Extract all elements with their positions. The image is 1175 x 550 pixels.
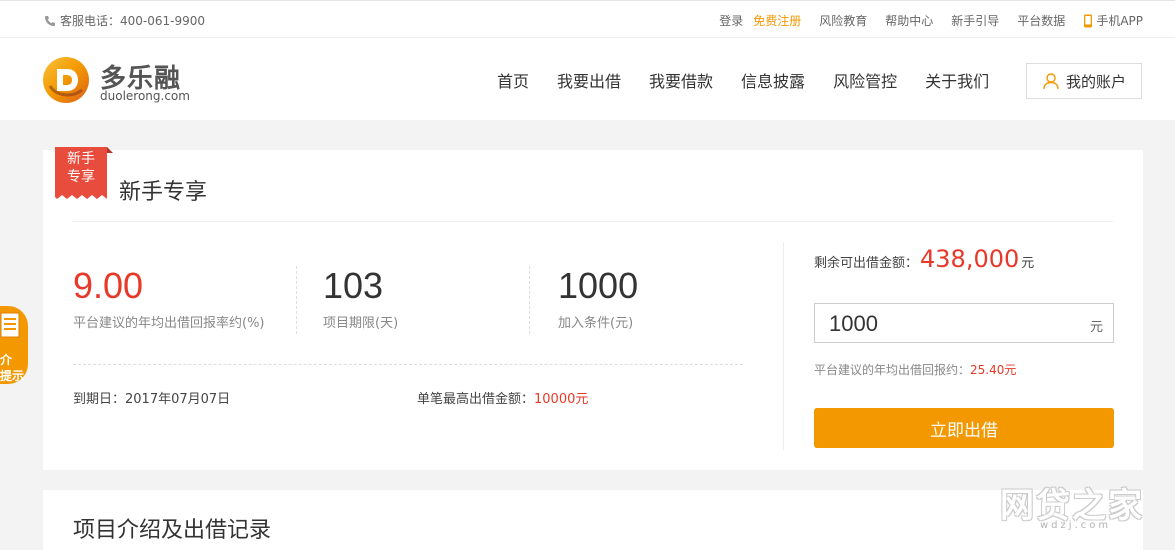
register-link[interactable]: 免费注册 xyxy=(753,12,801,29)
customer-service-phone: 客服电话：400-061-9900 xyxy=(44,12,205,29)
logo-domain: duolerong.com xyxy=(100,89,190,103)
mobile-app-link[interactable]: 手机APP xyxy=(1083,12,1143,29)
nav-item-invest[interactable]: 我要出借 xyxy=(557,68,621,92)
phone-icon xyxy=(45,15,55,26)
rate-value: 9.00 xyxy=(73,265,144,306)
project-intro-title[interactable]: 项目介绍及出借记录 xyxy=(73,512,271,544)
term-value: 103 xyxy=(323,265,384,306)
phone-text: 客服电话：400-061-9900 xyxy=(60,14,206,28)
project-intro-card: 项目介绍及出借记录 xyxy=(43,490,1143,550)
term-label: 项目期限(天) xyxy=(323,316,399,331)
watermark: 网贷之家 wdzj.com xyxy=(1000,478,1160,538)
max-investment: 单笔最高出借金额：10000元 xyxy=(417,388,588,407)
nav-item-borrow[interactable]: 我要借款 xyxy=(649,68,713,92)
nav-item-home[interactable]: 首页 xyxy=(497,68,529,92)
max-investment-label: 单笔最高出借金额： xyxy=(417,392,535,407)
invest-amount-field[interactable]: 元 xyxy=(814,303,1114,343)
minimum-label: 加入条件(元) xyxy=(558,316,634,331)
max-investment-value: 10000元 xyxy=(534,392,589,407)
beginner-guide-link[interactable]: 新手引导 xyxy=(951,12,999,29)
stat-divider xyxy=(296,266,297,334)
my-account-label: 我的账户 xyxy=(1065,72,1126,91)
main-nav: 首页 我要出借 我要借款 信息披露 风险管控 关于我们 xyxy=(497,68,1017,92)
newbie-ribbon-badge: 新手 专享 xyxy=(55,147,113,199)
title-divider xyxy=(73,221,1113,222)
product-card: 新手 专享 新手专享 9.00 平台建议的年均出借回报率约(%) 103 项目期… xyxy=(43,147,1143,470)
expected-return: 平台建议的年均出借回报约：25.40元 xyxy=(814,361,1016,378)
ribbon-zigzag xyxy=(55,193,107,199)
amount-unit: 元 xyxy=(1089,320,1103,335)
site-logo[interactable]: 多乐融 duolerong.com xyxy=(42,56,202,106)
rate-stat: 9.00 平台建议的年均出借回报率约(%) xyxy=(73,265,265,332)
nav-item-about[interactable]: 关于我们 xyxy=(925,68,989,92)
rate-label: 平台建议的年均出借回报率约(%) xyxy=(73,316,265,331)
top-links: 登录 免费注册 风险教育 帮助中心 新手引导 平台数据 手机APP xyxy=(719,12,1143,29)
main-header: 多乐融 duolerong.com 首页 我要出借 我要借款 信息披露 风险管控… xyxy=(0,38,1175,120)
floating-widget-line-1: 介 xyxy=(0,353,13,367)
floating-risk-widget[interactable]: 介 提示 xyxy=(0,306,28,384)
due-date-label: 到期日： xyxy=(73,392,126,407)
nav-item-risk-control[interactable]: 风险管控 xyxy=(833,68,897,92)
details-divider xyxy=(73,364,743,365)
user-icon xyxy=(1043,73,1059,90)
mobile-app-label: 手机APP xyxy=(1096,14,1143,28)
minimum-stat: 1000 加入条件(元) xyxy=(558,265,639,332)
remaining-value: 438,000 xyxy=(920,245,1020,273)
login-link[interactable]: 登录 xyxy=(719,12,743,29)
invest-now-button[interactable]: 立即出借 xyxy=(814,408,1114,448)
expected-return-label: 平台建议的年均出借回报约： xyxy=(814,363,971,377)
due-date: 到期日：2017年07月07日 xyxy=(73,388,230,407)
due-date-value: 2017年07月07日 xyxy=(125,392,231,407)
nav-item-disclosure[interactable]: 信息披露 xyxy=(741,68,805,92)
stat-divider xyxy=(529,266,530,334)
platform-data-link[interactable]: 平台数据 xyxy=(1017,12,1065,29)
remaining-unit: 元 xyxy=(1021,256,1035,271)
risk-education-link[interactable]: 风险教育 xyxy=(819,12,867,29)
invest-amount-input[interactable] xyxy=(827,308,1081,340)
document-icon xyxy=(0,312,20,338)
column-divider xyxy=(783,242,784,450)
help-center-link[interactable]: 帮助中心 xyxy=(885,12,933,29)
remaining-amount: 剩余可出借金额： 438,000 元 xyxy=(814,245,1034,273)
watermark-domain: wdzj.com xyxy=(1040,520,1112,531)
expected-return-value: 25.40元 xyxy=(970,363,1017,377)
logo-mark-icon xyxy=(43,57,89,103)
floating-widget-line-2: 提示 xyxy=(0,369,25,383)
mobile-phone-icon xyxy=(1084,14,1093,27)
top-utility-bar: 客服电话：400-061-9900 登录 免费注册 风险教育 帮助中心 新手引导… xyxy=(0,0,1175,38)
term-stat: 103 项目期限(天) xyxy=(323,265,399,332)
remaining-label: 剩余可出借金额： xyxy=(814,256,919,271)
minimum-value: 1000 xyxy=(558,265,639,306)
product-title: 新手专享 xyxy=(119,180,208,205)
ribbon-line-1: 新手 xyxy=(67,151,95,167)
my-account-button[interactable]: 我的账户 xyxy=(1026,63,1142,99)
ribbon-line-2: 专享 xyxy=(67,169,95,185)
